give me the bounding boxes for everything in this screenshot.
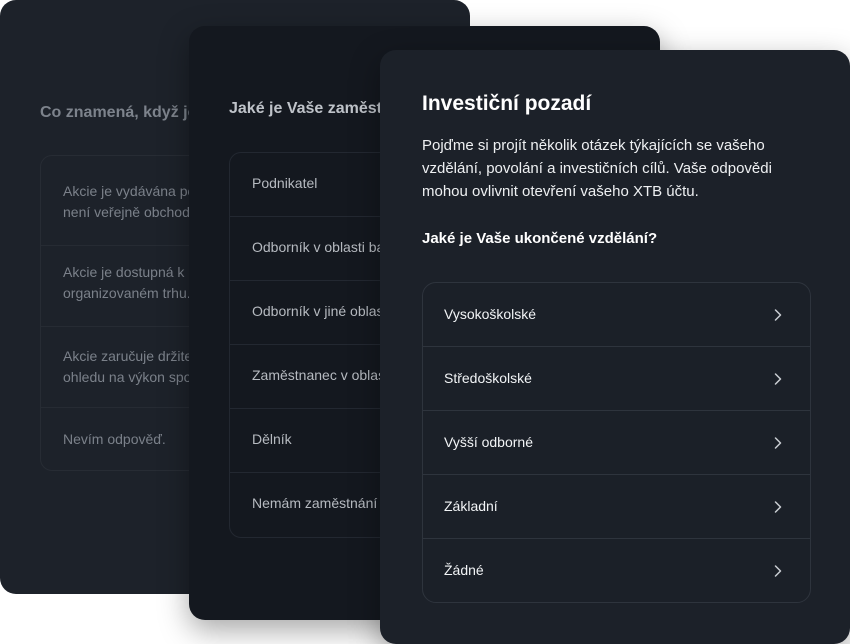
chevron-right-icon: [774, 437, 782, 449]
option-vyssi-odborne[interactable]: Vyšší odborné: [423, 411, 810, 475]
option-label: Žádné: [444, 562, 484, 578]
mid-question: Jaké je Vaše zaměst: [229, 100, 383, 117]
intro-text: Pojďme si projít několik otázek týkající…: [422, 137, 772, 200]
chevron-right-icon: [774, 565, 782, 577]
mid-option-label: Zaměstnanec v oblas: [252, 367, 386, 383]
option-label: Středoškolské: [444, 370, 532, 386]
option-vysokoskolske[interactable]: Vysokoškolské: [423, 283, 810, 347]
chevron-right-icon: [774, 373, 782, 385]
option-label: Vysokoškolské: [444, 306, 537, 322]
option-zadne[interactable]: Žádné: [423, 539, 810, 603]
mid-option-label: Odborník v oblasti ban: [252, 239, 393, 255]
question-heading: Jaké je Vaše ukončené vzdělání?: [422, 230, 658, 247]
mid-option-label: Odborník v jiné oblast: [252, 303, 388, 319]
education-option-list: Vysokoškolské Středoškolské Vyšší odborn…: [422, 282, 811, 603]
option-label: Vyšší odborné: [444, 434, 533, 450]
option-zakladni[interactable]: Základní: [423, 475, 810, 539]
stage: Co znamená, když je Akcie je vydávána po…: [0, 0, 850, 644]
option-label: Základní: [444, 498, 498, 514]
mid-option-label: Dělník: [252, 431, 292, 447]
option-stredoskolske[interactable]: Středoškolské: [423, 347, 810, 411]
chevron-right-icon: [774, 309, 782, 321]
mid-option-label: Podnikatel: [252, 175, 318, 191]
mid-option-label: Nemám zaměstnání: [252, 495, 378, 511]
chevron-right-icon: [774, 501, 782, 513]
card-title: Investiční pozadí: [422, 92, 592, 115]
card-investment-background: Investiční pozadí Pojďme si projít někol…: [380, 50, 850, 644]
back-question: Co znamená, když je: [40, 104, 197, 121]
